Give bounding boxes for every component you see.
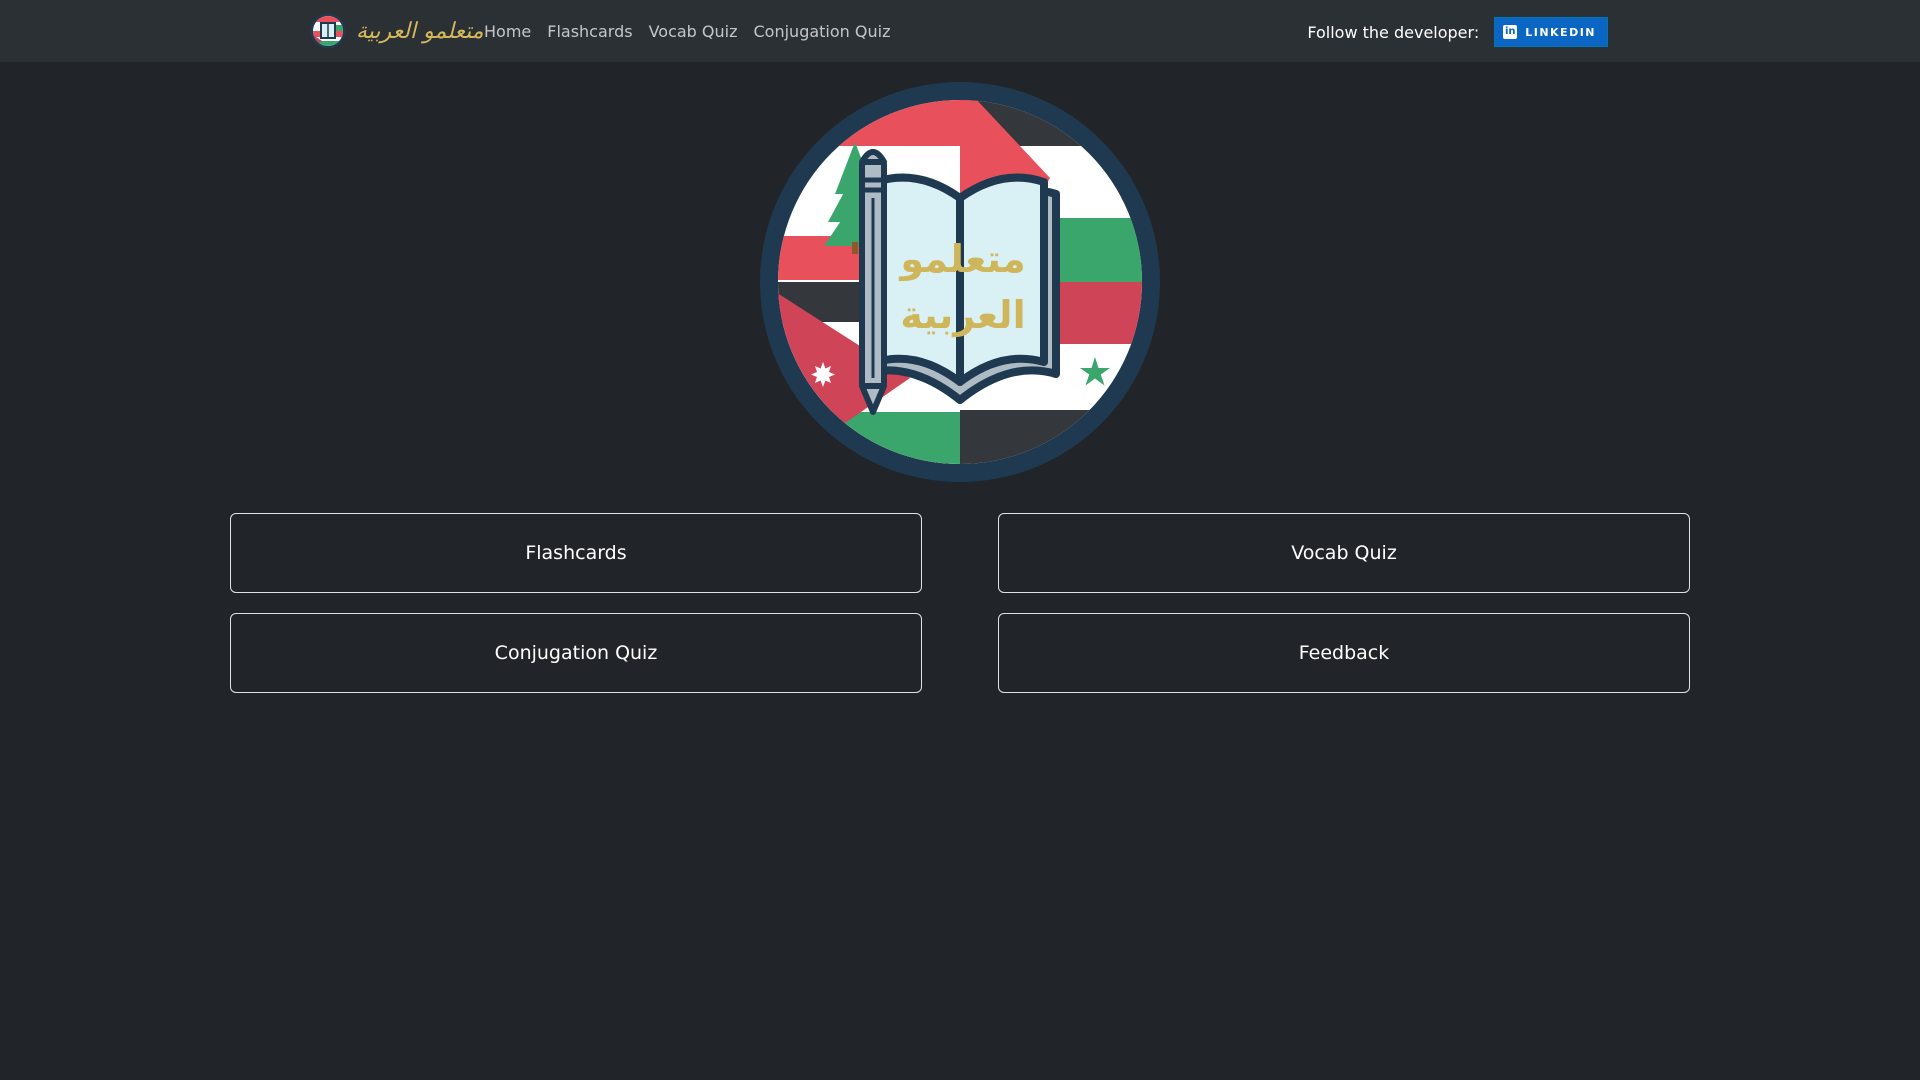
brand-link[interactable]: متعلمو العربية bbox=[310, 13, 484, 49]
brand-title: متعلمو العربية bbox=[356, 18, 484, 44]
follow-label: Follow the developer: bbox=[1307, 22, 1480, 42]
app-logo-icon bbox=[310, 13, 346, 49]
vocab-quiz-button[interactable]: Vocab Quiz bbox=[998, 513, 1690, 593]
linkedin-button[interactable]: in LINKEDIN bbox=[1494, 17, 1608, 47]
pencil-icon bbox=[859, 149, 887, 415]
top-navbar: متعلمو العربية Home Flashcards Vocab Qui… bbox=[0, 0, 1920, 62]
linkedin-label: LINKEDIN bbox=[1525, 25, 1596, 39]
logo-title-line2: العربية bbox=[900, 293, 1025, 337]
nav-vocab-quiz-link[interactable]: Vocab Quiz bbox=[649, 22, 738, 41]
hero-logo: متعلمو العربية bbox=[760, 82, 1160, 482]
nav-conjugation-quiz-link[interactable]: Conjugation Quiz bbox=[754, 22, 891, 41]
follow-developer: Follow the developer: in LINKEDIN bbox=[1307, 17, 1608, 47]
nav-links: Home Flashcards Vocab Quiz Conjugation Q… bbox=[484, 0, 890, 62]
nav-home-link[interactable]: Home bbox=[484, 22, 531, 41]
feedback-button[interactable]: Feedback bbox=[998, 613, 1690, 693]
linkedin-icon: in bbox=[1503, 25, 1518, 39]
main-menu: Flashcards Vocab Quiz Conjugation Quiz F… bbox=[230, 513, 1690, 693]
flashcards-button[interactable]: Flashcards bbox=[230, 513, 922, 593]
logo-title-line1: متعلمو bbox=[898, 237, 1025, 281]
conjugation-quiz-button[interactable]: Conjugation Quiz bbox=[230, 613, 922, 693]
open-book-icon bbox=[860, 173, 1060, 404]
nav-flashcards-link[interactable]: Flashcards bbox=[547, 22, 632, 41]
